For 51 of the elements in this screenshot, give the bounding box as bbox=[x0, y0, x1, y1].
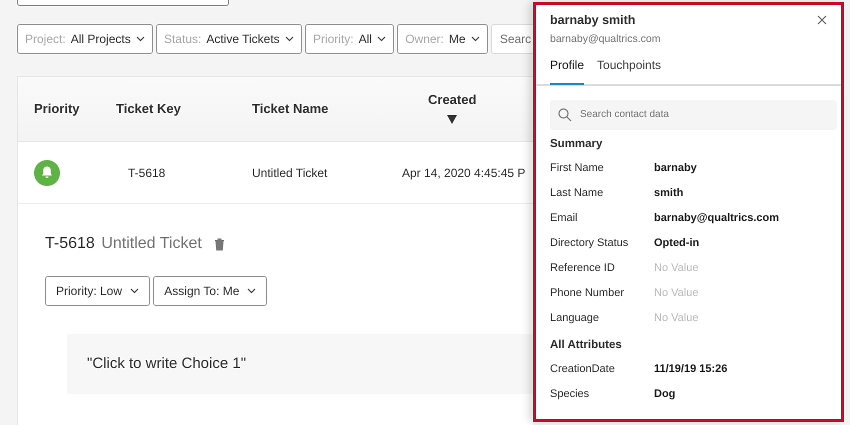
filter-dropdown[interactable]: Owner: Me bbox=[397, 24, 488, 54]
field-value: Opted-in bbox=[654, 236, 700, 251]
section-heading: All Attributes bbox=[550, 338, 623, 353]
field-label: Reference ID bbox=[550, 261, 616, 276]
field-value: No Value bbox=[654, 311, 698, 326]
ticket-key: T-5618 bbox=[45, 232, 95, 256]
field-value: barnaby bbox=[654, 161, 697, 176]
choice-text-box[interactable]: "Click to write Choice 1" bbox=[67, 334, 533, 394]
field-value: barnaby@qualtrics.com bbox=[654, 211, 780, 226]
field-label: Species bbox=[550, 387, 590, 402]
field-label: Directory Status bbox=[550, 236, 630, 251]
trash-icon[interactable] bbox=[214, 238, 226, 250]
bell-icon bbox=[41, 166, 53, 179]
table-cell: Apr 14, 2020 4:45:45 P bbox=[402, 166, 526, 180]
column-header[interactable]: Priority bbox=[34, 99, 100, 119]
field-value: No Value bbox=[654, 286, 698, 301]
ticket-title: Untitled Ticket bbox=[101, 234, 202, 254]
panel-tab[interactable]: Profile bbox=[550, 56, 584, 84]
column-header[interactable]: Ticket Name bbox=[252, 99, 390, 119]
chevron-down-icon bbox=[247, 288, 256, 294]
action-dropdown[interactable]: Assign To: Me bbox=[153, 276, 268, 306]
filter-dropdown[interactable]: Priority: All bbox=[304, 24, 394, 54]
field-label: Language bbox=[550, 311, 600, 326]
contact-name: barnaby smith bbox=[550, 12, 636, 29]
search-field[interactable]: Search contact data bbox=[550, 100, 837, 130]
field-value: 11/19/19 15:26 bbox=[654, 362, 728, 378]
filter-dropdown[interactable]: Project: All Projects bbox=[17, 24, 153, 54]
close-icon[interactable] bbox=[817, 15, 827, 25]
chevron-down-icon bbox=[136, 36, 145, 42]
field-value: No Value bbox=[654, 261, 698, 276]
panel-tab[interactable]: Touchpoints bbox=[597, 56, 662, 84]
search-field[interactable] bbox=[17, 0, 229, 6]
contact-email: barnaby@qualtrics.com bbox=[550, 32, 662, 47]
table-cell: Untitled Ticket bbox=[252, 166, 328, 180]
chevron-down-icon bbox=[284, 36, 294, 42]
field-value: smith bbox=[654, 186, 684, 201]
chevron-down-icon bbox=[376, 36, 386, 42]
field-value: Dog bbox=[654, 387, 676, 402]
field-label: First Name bbox=[550, 161, 605, 176]
field-label: CreationDate bbox=[550, 362, 616, 378]
column-header[interactable]: Created bbox=[428, 90, 476, 128]
chevron-down-icon bbox=[470, 36, 480, 42]
filter-dropdown[interactable]: Status: Active Tickets bbox=[156, 24, 302, 54]
field-label: Phone Number bbox=[550, 286, 625, 301]
field-label: Last Name bbox=[550, 186, 604, 201]
table-cell-text: T-5618 bbox=[127, 166, 166, 180]
action-dropdown[interactable]: Priority: Low bbox=[45, 276, 150, 306]
column-header[interactable]: Ticket Key bbox=[116, 99, 240, 119]
field-label: Email bbox=[550, 211, 579, 226]
chevron-down-icon bbox=[130, 288, 140, 294]
section-heading: Summary bbox=[550, 136, 604, 152]
